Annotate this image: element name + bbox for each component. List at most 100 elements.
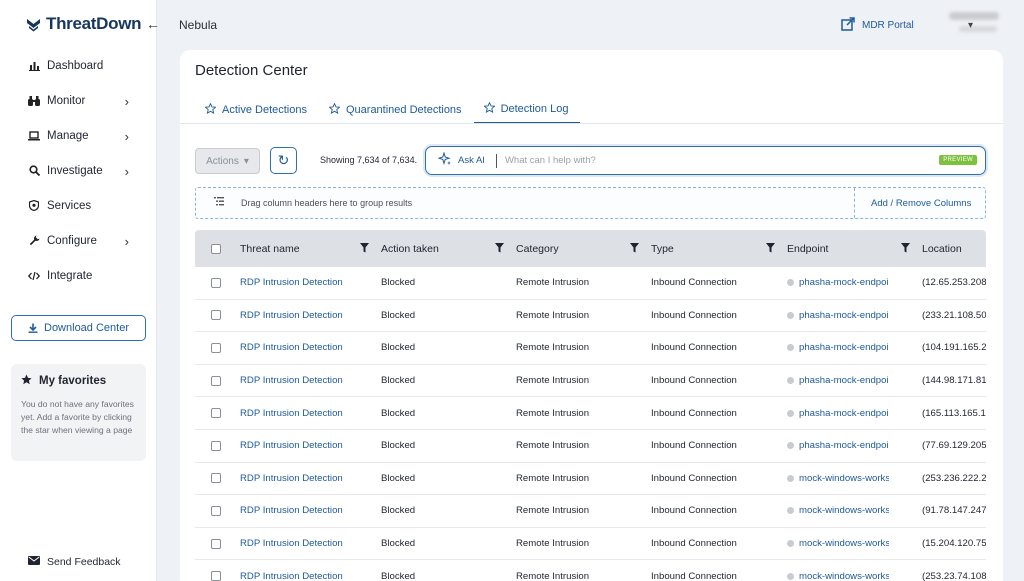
sidebar-item-manage[interactable]: Manage ›: [0, 118, 157, 153]
threat-name-link[interactable]: RDP Intrusion Detection: [240, 408, 381, 419]
column-label: Action taken: [381, 242, 439, 255]
threat-name-link[interactable]: RDP Intrusion Detection: [240, 277, 381, 288]
table-row[interactable]: RDP Intrusion Detection Blocked Remote I…: [195, 397, 986, 430]
sidebar-item-monitor[interactable]: Monitor ›: [0, 83, 157, 118]
threat-name-link[interactable]: RDP Intrusion Detection: [240, 473, 381, 484]
row-checkbox[interactable]: [211, 440, 221, 451]
table-row[interactable]: RDP Intrusion Detection Blocked Remote I…: [195, 560, 986, 581]
send-feedback-link[interactable]: Send Feedback: [28, 556, 121, 568]
sidebar-item-integrate[interactable]: Integrate: [0, 258, 157, 293]
threat-name-link[interactable]: RDP Intrusion Detection: [240, 375, 381, 386]
ask-ai-button[interactable]: Ask AI: [437, 151, 485, 169]
threat-name-link[interactable]: RDP Intrusion Detection: [240, 571, 381, 581]
row-checkbox[interactable]: [211, 473, 221, 484]
location: (12.65.253.208: [922, 277, 986, 289]
endpoint-link[interactable]: phasha-mock-endpoi: [787, 408, 922, 419]
row-checkbox[interactable]: [211, 538, 221, 549]
threat-name-link[interactable]: RDP Intrusion Detection: [240, 538, 381, 549]
table-row[interactable]: RDP Intrusion Detection Blocked Remote I…: [195, 332, 986, 365]
column-header-threat-name[interactable]: Threat name: [240, 230, 381, 267]
action-taken: Blocked: [381, 472, 416, 484]
send-feedback-label: Send Feedback: [47, 556, 121, 568]
tab-quarantined-detections[interactable]: Quarantined Detections: [319, 96, 474, 124]
threat-name-link[interactable]: RDP Intrusion Detection: [240, 505, 381, 516]
action-taken: Blocked: [381, 375, 416, 387]
column-header-action-taken[interactable]: Action taken: [381, 230, 516, 267]
status-dot-icon: [787, 311, 794, 319]
column-label: Endpoint: [787, 242, 829, 255]
star-outline-icon: [328, 102, 341, 117]
sidebar-item-dashboard[interactable]: Dashboard: [0, 48, 157, 83]
filter-icon[interactable]: [630, 243, 639, 256]
filter-icon[interactable]: [766, 243, 775, 256]
table-row[interactable]: RDP Intrusion Detection Blocked Remote I…: [195, 495, 986, 528]
action-taken: Blocked: [381, 342, 416, 354]
column-header-type[interactable]: Type: [651, 230, 787, 267]
select-all-checkbox[interactable]: [211, 243, 221, 254]
search-icon: [28, 165, 40, 177]
row-checkbox[interactable]: [211, 408, 221, 419]
endpoint-link[interactable]: phasha-mock-endpoi: [787, 440, 922, 451]
threat-name-link[interactable]: RDP Intrusion Detection: [240, 342, 381, 353]
type: Inbound Connection: [651, 309, 737, 321]
category: Remote Intrusion: [516, 440, 590, 452]
chevron-right-icon: ›: [124, 234, 129, 249]
filter-icon[interactable]: [360, 243, 369, 256]
row-checkbox[interactable]: [211, 277, 221, 288]
row-checkbox[interactable]: [211, 375, 221, 386]
endpoint-link[interactable]: phasha-mock-endpoi: [787, 375, 922, 386]
refresh-button[interactable]: ↻: [270, 147, 297, 174]
table-row[interactable]: RDP Intrusion Detection Blocked Remote I…: [195, 528, 986, 561]
sidebar-item-label: Investigate: [47, 164, 103, 177]
table-row[interactable]: RDP Intrusion Detection Blocked Remote I…: [195, 365, 986, 398]
endpoint-link[interactable]: mock-windows-works: [787, 473, 922, 484]
actions-dropdown[interactable]: Actions ▾: [195, 148, 260, 174]
table-row[interactable]: RDP Intrusion Detection Blocked Remote I…: [195, 300, 986, 333]
endpoint-link[interactable]: mock-windows-works: [787, 505, 922, 516]
status-dot-icon: [787, 377, 794, 385]
type: Inbound Connection: [651, 375, 737, 387]
status-dot-icon: [787, 442, 794, 450]
threat-name-link[interactable]: RDP Intrusion Detection: [240, 310, 381, 321]
endpoint-link[interactable]: mock-windows-works: [787, 571, 922, 581]
refresh-icon: ↻: [277, 152, 290, 168]
row-checkbox[interactable]: [211, 310, 221, 321]
endpoint-link[interactable]: phasha-mock-endpoi: [787, 277, 922, 288]
threatdown-logo[interactable]: ThreatDown: [26, 14, 142, 34]
column-header-endpoint[interactable]: Endpoint: [787, 230, 922, 267]
filter-icon[interactable]: [901, 243, 910, 256]
sidebar-item-configure[interactable]: Configure ›: [0, 223, 157, 258]
type: Inbound Connection: [651, 538, 737, 550]
column-header-location[interactable]: Location: [922, 230, 986, 267]
tab-active-detections[interactable]: Active Detections: [195, 96, 319, 124]
mdr-portal-label: MDR Portal: [862, 20, 914, 31]
add-remove-columns-button[interactable]: Add / Remove Columns: [871, 198, 971, 209]
ask-ai-bar[interactable]: Ask AI PREVIEW: [425, 146, 986, 175]
sidebar-item-services[interactable]: Services: [0, 188, 157, 223]
table-row[interactable]: RDP Intrusion Detection Blocked Remote I…: [195, 430, 986, 463]
sidebar-item-investigate[interactable]: Investigate ›: [0, 153, 157, 188]
row-checkbox[interactable]: [211, 342, 221, 353]
table-row[interactable]: RDP Intrusion Detection Blocked Remote I…: [195, 463, 986, 496]
endpoint-link[interactable]: mock-windows-works: [787, 538, 922, 549]
filter-icon[interactable]: [495, 243, 504, 256]
tab-detection-log[interactable]: Detection Log: [473, 96, 581, 124]
endpoint-link[interactable]: phasha-mock-endpoi: [787, 342, 922, 353]
chevron-down-icon[interactable]: ▾: [968, 20, 973, 31]
category: Remote Intrusion: [516, 309, 590, 321]
ask-ai-input[interactable]: [504, 155, 925, 166]
table-row[interactable]: RDP Intrusion Detection Blocked Remote I…: [195, 267, 986, 300]
type: Inbound Connection: [651, 342, 737, 354]
type: Inbound Connection: [651, 440, 737, 452]
download-center-button[interactable]: Download Center: [11, 315, 146, 341]
download-center-label: Download Center: [44, 322, 129, 334]
category: Remote Intrusion: [516, 472, 590, 484]
column-header-category[interactable]: Category: [516, 230, 651, 267]
group-by-drop-zone[interactable]: Drag column headers here to group result…: [195, 187, 986, 219]
mdr-portal-link[interactable]: MDR Portal: [841, 17, 914, 34]
endpoint-link[interactable]: phasha-mock-endpoi: [787, 310, 922, 321]
row-checkbox[interactable]: [211, 571, 221, 581]
column-label: Category: [516, 242, 559, 255]
row-checkbox[interactable]: [211, 505, 221, 516]
threat-name-link[interactable]: RDP Intrusion Detection: [240, 440, 381, 451]
